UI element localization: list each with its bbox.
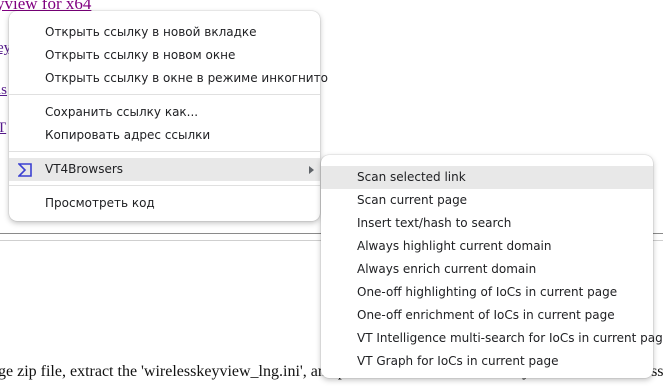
submenu-item-always-highlight-domain[interactable]: Always highlight current domain <box>321 235 653 258</box>
page-link-2[interactable]: ls <box>0 82 7 99</box>
submenu-item-insert-text-hash[interactable]: Insert text/hash to search <box>321 212 653 235</box>
page-link-3[interactable]: T <box>0 120 6 137</box>
menu-item-open-new-window[interactable]: Открыть ссылку в новом окне <box>9 44 320 67</box>
menu-item-open-new-tab[interactable]: Открыть ссылку в новой вкладке <box>9 21 320 44</box>
submenu-item-scan-selected-link[interactable]: Scan selected link <box>321 166 653 189</box>
submenu-item-oneoff-enrichment[interactable]: One-off enrichment of IoCs in current pa… <box>321 304 653 327</box>
submenu-item-oneoff-highlighting[interactable]: One-off highlighting of IoCs in current … <box>321 281 653 304</box>
menu-item-open-incognito[interactable]: Открыть ссылку в окне в режиме инкогнито <box>9 67 328 90</box>
submenu-item-vt-intelligence-search[interactable]: VT Intelligence multi-search for IoCs in… <box>321 327 663 350</box>
chevron-right-icon <box>309 166 314 174</box>
submenu-item-always-enrich-domain[interactable]: Always enrich current domain <box>321 258 653 281</box>
virustotal-sigma-icon <box>18 163 32 177</box>
menu-item-copy-link-address[interactable]: Копировать адрес ссылки <box>9 124 320 147</box>
menu-item-save-link-as[interactable]: Сохранить ссылку как... <box>9 101 320 124</box>
submenu-item-vt-graph[interactable]: VT Graph for IoCs in current page <box>321 350 653 373</box>
menu-separator <box>9 94 320 95</box>
link-context-menu: Открыть ссылку в новой вкладке Открыть с… <box>9 11 328 221</box>
menu-separator <box>9 151 320 152</box>
vt4browsers-submenu: Scan selected link Scan current page Ins… <box>321 155 663 378</box>
menu-separator <box>9 185 320 186</box>
menu-item-vt4browsers-label: VT4Browsers <box>45 162 124 176</box>
menu-item-vt4browsers[interactable]: VT4Browsers <box>9 158 320 181</box>
submenu-item-scan-current-page[interactable]: Scan current page <box>321 189 653 212</box>
menu-item-inspect[interactable]: Просмотреть код <box>9 192 320 215</box>
